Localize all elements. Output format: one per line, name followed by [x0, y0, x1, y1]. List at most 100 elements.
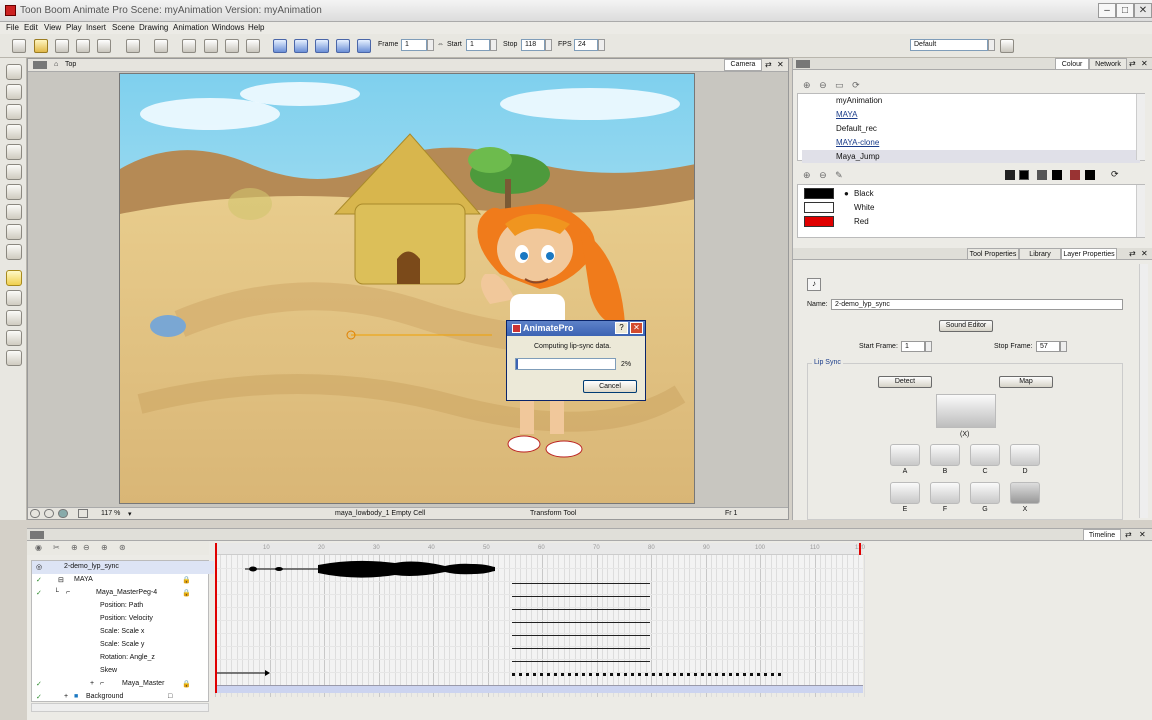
dialog-close-icon[interactable]: ✕: [630, 322, 643, 334]
mouth-shape-x[interactable]: [1010, 482, 1040, 504]
palette-list-scrollbar[interactable]: [1136, 94, 1145, 160]
workspace-select[interactable]: Default: [910, 39, 988, 51]
layer-row[interactable]: ✓ └ ⌐ Maya_MasterPeg-4 🔒: [32, 587, 214, 600]
palette-item[interactable]: myAnimation: [802, 94, 1140, 107]
remove-colour-icon[interactable]: ⊖: [819, 170, 827, 180]
function-row[interactable]: Position: Velocity: [32, 613, 214, 626]
visibility-checkbox-icon[interactable]: ✓: [36, 589, 42, 597]
panel-close-icon[interactable]: ✕: [1141, 249, 1148, 258]
workspace-manager-icon[interactable]: [1000, 39, 1014, 53]
mouth-shape-g[interactable]: [970, 482, 1000, 504]
show-all-icon[interactable]: ◉: [35, 543, 42, 552]
expand-icon[interactable]: ⊟: [58, 576, 64, 584]
edit-colour-icon[interactable]: ✎: [835, 170, 843, 180]
play-icon[interactable]: [273, 39, 287, 53]
zoom-level[interactable]: 117 %: [101, 510, 120, 517]
first-frame-icon[interactable]: [315, 39, 329, 53]
paint-mode-icon[interactable]: [1037, 170, 1047, 180]
mouth-shape-d[interactable]: [1010, 444, 1040, 466]
detect-button[interactable]: Detect: [878, 376, 932, 388]
frames-scrollbar[interactable]: [215, 685, 863, 693]
zoom-tool-icon[interactable]: [6, 244, 22, 260]
tab-colour[interactable]: Colour: [1055, 58, 1089, 70]
menu-windows[interactable]: Windows: [212, 23, 244, 32]
keyframe-span[interactable]: [512, 596, 650, 597]
function-row[interactable]: Skew: [32, 665, 214, 678]
previous-frame-icon[interactable]: [336, 39, 350, 53]
cancel-button[interactable]: Cancel: [583, 380, 637, 393]
colour-list-icon[interactable]: [1052, 170, 1062, 180]
palette-item[interactable]: Default_rec: [802, 122, 1140, 135]
mouth-shape-b[interactable]: [930, 444, 960, 466]
lock-icon[interactable]: 🔒: [182, 589, 191, 597]
mouth-shape-c[interactable]: [970, 444, 1000, 466]
contour-editor-icon[interactable]: [6, 84, 22, 100]
shape-tool-icon[interactable]: [6, 184, 22, 200]
morph-tool-icon[interactable]: [6, 330, 22, 346]
panel-split-icon[interactable]: ⇄: [1129, 249, 1136, 258]
mouth-shape-e[interactable]: [890, 482, 920, 504]
tab-timeline[interactable]: Timeline: [1083, 529, 1121, 541]
home-icon[interactable]: ⌂: [54, 61, 58, 68]
grid-icon[interactable]: [78, 509, 88, 518]
brush-colour-icon[interactable]: [1005, 170, 1015, 180]
palette-item[interactable]: MAYA: [802, 108, 1140, 121]
copy-icon[interactable]: [204, 39, 218, 53]
maximize-button[interactable]: □: [1116, 3, 1134, 18]
start-frame-field[interactable]: 1: [901, 341, 925, 352]
sound-editor-button[interactable]: Sound Editor: [939, 320, 993, 332]
frame-ruler[interactable]: 10 20 30 40 50 60 70 80 90 100 110 120: [215, 543, 865, 555]
render-icon[interactable]: [246, 39, 260, 53]
colour-item[interactable]: ● Black: [802, 187, 1140, 200]
playhead[interactable]: [215, 543, 217, 693]
start-field[interactable]: 1: [466, 39, 490, 51]
menu-scene[interactable]: Scene: [112, 23, 135, 32]
menu-animation[interactable]: Animation: [173, 23, 209, 32]
menu-view[interactable]: View: [44, 23, 61, 32]
frame-spinner[interactable]: [427, 39, 434, 51]
tab-layer-properties[interactable]: Layer Properties: [1061, 248, 1117, 260]
stop-marker[interactable]: [859, 543, 861, 555]
open-icon[interactable]: [34, 39, 48, 53]
rotate-tool-icon[interactable]: [6, 310, 22, 326]
pencil-icon[interactable]: [6, 124, 22, 140]
dropper-icon[interactable]: [6, 204, 22, 220]
loop-icon[interactable]: [294, 39, 308, 53]
layer-row[interactable]: ◎ 2-demo_lyp_sync: [32, 561, 214, 574]
menu-help[interactable]: Help: [248, 23, 264, 32]
help-icon[interactable]: ?: [615, 322, 628, 334]
menu-drawing[interactable]: Drawing: [139, 23, 168, 32]
visibility-checkbox-icon[interactable]: ✓: [36, 693, 42, 701]
lock-icon[interactable]: 🔒: [182, 576, 191, 584]
gradient-icon[interactable]: [1085, 170, 1095, 180]
stop-spinner[interactable]: [545, 39, 552, 51]
panel-menu-icon[interactable]: [33, 61, 47, 69]
colour-list-scrollbar[interactable]: [1136, 185, 1145, 237]
keyframe-span[interactable]: [512, 583, 650, 584]
scissors-icon[interactable]: [182, 39, 196, 53]
panel-split-icon[interactable]: ⇄: [765, 60, 772, 69]
keyframe-span[interactable]: [512, 609, 650, 610]
colour-item[interactable]: Red: [802, 215, 1140, 228]
keyframe-span[interactable]: [512, 648, 650, 649]
stop-frame-spinner[interactable]: [1060, 341, 1067, 352]
menu-play[interactable]: Play: [66, 23, 82, 32]
remove-palette-icon[interactable]: ⊖: [819, 80, 827, 90]
panel-split-icon[interactable]: ⇄: [1125, 530, 1132, 539]
panel-menu-icon[interactable]: [30, 531, 44, 539]
texture-icon[interactable]: [1070, 170, 1080, 180]
map-button[interactable]: Map: [999, 376, 1053, 388]
keyframe-span[interactable]: [512, 661, 650, 662]
reset-view-icon[interactable]: [44, 509, 54, 518]
mouth-shape-f[interactable]: [930, 482, 960, 504]
zoom-fit-icon[interactable]: [30, 509, 40, 518]
drawing-exposure-marks[interactable]: [512, 673, 782, 676]
visibility-checkbox-icon[interactable]: ✓: [36, 680, 42, 688]
paint-bucket-icon[interactable]: [6, 224, 22, 240]
add-colour-icon[interactable]: ⊕: [803, 170, 811, 180]
save-icon[interactable]: [55, 39, 69, 53]
tab-network[interactable]: Network: [1089, 58, 1127, 70]
colour-item[interactable]: White: [802, 201, 1140, 214]
panel-close-icon[interactable]: ✕: [1139, 530, 1146, 539]
undo-icon[interactable]: [126, 39, 140, 53]
